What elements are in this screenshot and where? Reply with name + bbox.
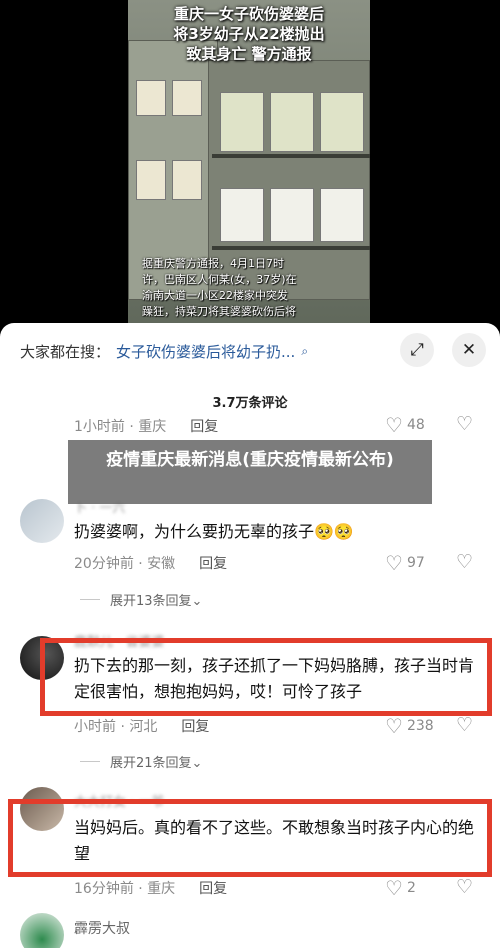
- expand-replies[interactable]: 展开13条回复⌄: [80, 590, 202, 609]
- overlay-caption: 疫情重庆最新消息(重庆疫情最新公布): [68, 440, 432, 504]
- video-player[interactable]: 重庆一女子砍伤婆婆后 将3岁幼子从22楼抛出 致其身亡 警方通报 据重庆警方通报…: [128, 0, 370, 335]
- highlight-box: [40, 638, 492, 716]
- video-subtitle-line: 渝南大道一小区22楼家中突发: [142, 289, 288, 302]
- heart-icon: ♡: [385, 876, 403, 900]
- divider: [80, 599, 100, 600]
- comment-meta: 小时前 · 河北 回复: [74, 716, 209, 736]
- avatar[interactable]: [20, 499, 64, 543]
- like-count: 238: [406, 718, 434, 734]
- comment-count: 3.7万条评论: [212, 396, 288, 411]
- comment-username-label: 霹雳大叔: [74, 921, 130, 937]
- heart-icon: ♡: [385, 714, 403, 738]
- divider: [80, 761, 100, 762]
- like-button[interactable]: ♡ 48: [385, 413, 425, 437]
- comment-time: 1小时前 · 重庆: [74, 419, 167, 435]
- avatar[interactable]: [20, 913, 64, 948]
- close-icon: ✕: [461, 340, 477, 360]
- window: [320, 188, 364, 242]
- video-title-line: 将3岁幼子从22楼抛出: [173, 25, 325, 43]
- comment-meta: 20分钟前 · 安徽 回复: [74, 553, 227, 573]
- like-button[interactable]: ♡ 238: [385, 714, 434, 738]
- window: [270, 188, 314, 242]
- app-screen: 重庆一女子砍伤婆婆后 将3岁幼子从22楼抛出 致其身亡 警方通报 据重庆警方通报…: [0, 0, 500, 948]
- window: [220, 92, 264, 152]
- heart-icon: ♡: [385, 551, 403, 575]
- like-count: 2: [406, 880, 416, 896]
- window: [172, 160, 202, 200]
- video-subtitle: 据重庆警方通报，4月1日7时 许，巴南区人何某(女，37岁)在 渝南大道一小区2…: [142, 256, 362, 320]
- balcony-rail: [212, 154, 370, 158]
- expand-replies-label: 展开21条回复⌄: [110, 756, 203, 771]
- reply-button[interactable]: 回复: [190, 416, 218, 436]
- like-button[interactable]: ♡ 2: [385, 876, 416, 900]
- comment-time: 小时前 · 河北: [74, 719, 158, 735]
- video-subtitle-line: 躁狂，持菜刀将其婆婆砍伤后将: [142, 305, 296, 318]
- comment-username[interactable]: 霹雳大叔: [74, 918, 130, 938]
- expand-replies[interactable]: 展开21条回复⌄: [80, 752, 202, 771]
- like-count: 97: [406, 555, 425, 571]
- window: [136, 80, 166, 116]
- window: [136, 160, 166, 200]
- dislike-icon[interactable]: ♡: [456, 714, 473, 736]
- window: [270, 92, 314, 152]
- reply-button[interactable]: 回复: [199, 878, 227, 898]
- dislike-icon[interactable]: ♡: [456, 551, 473, 573]
- reply-button[interactable]: 回复: [199, 553, 227, 573]
- fullscreen-button[interactable]: ⤢: [400, 333, 434, 367]
- like-count: 48: [406, 417, 425, 433]
- expand-replies-label: 展开13条回复⌄: [110, 594, 203, 609]
- reply-button[interactable]: 回复: [181, 716, 209, 736]
- search-suggestion-query[interactable]: 女子砍伤婆婆后将幼子扔...: [116, 341, 295, 362]
- video-title-line: 致其身亡 警方通报: [186, 45, 312, 63]
- search-suggestion-label: 大家都在搜：: [20, 342, 111, 361]
- comment-meta: 16分钟前 · 重庆 回复: [74, 878, 227, 898]
- highlight-box: [8, 799, 492, 877]
- video-title: 重庆一女子砍伤婆婆后 将3岁幼子从22楼抛出 致其身亡 警方通报: [128, 4, 370, 64]
- video-title-line: 重庆一女子砍伤婆婆后: [173, 5, 324, 23]
- dislike-icon[interactable]: ♡: [456, 413, 473, 435]
- window: [320, 92, 364, 152]
- window: [172, 80, 202, 116]
- search-icon[interactable]: ⌕: [301, 344, 308, 359]
- comments-sheet: 大家都在搜： 女子砍伤婆婆后将幼子扔... ⌕ ⤢ ✕ 3.7万条评论 1小时前…: [0, 323, 500, 948]
- close-button[interactable]: ✕: [452, 333, 486, 367]
- expand-icon: ⤢: [410, 340, 424, 360]
- comment-meta: 1小时前 · 重庆 回复: [74, 416, 218, 436]
- comment-text: 扔婆婆啊，为什么要扔无辜的孩子🥺🥺: [74, 522, 354, 541]
- video-subtitle-line: 据重庆警方通报，4月1日7时: [142, 257, 284, 270]
- window: [220, 188, 264, 242]
- balcony-rail: [212, 246, 370, 250]
- video-subtitle-line: 许，巴南区人何某(女，37岁)在: [142, 273, 297, 286]
- heart-icon: ♡: [385, 413, 403, 437]
- dislike-icon[interactable]: ♡: [456, 876, 473, 898]
- comment-time: 20分钟前 · 安徽: [74, 556, 176, 572]
- comment-time: 16分钟前 · 重庆: [74, 881, 176, 897]
- like-button[interactable]: ♡ 97: [385, 551, 425, 575]
